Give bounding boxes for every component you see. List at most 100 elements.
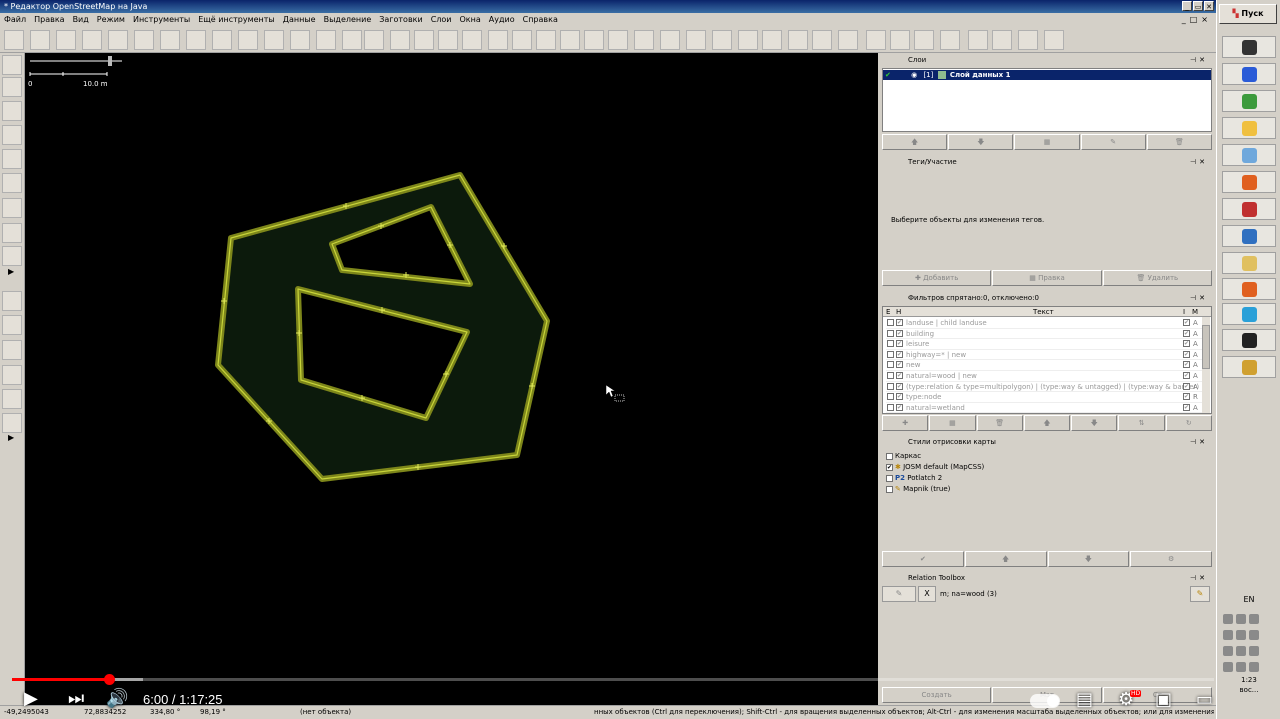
josm-app-icon[interactable] — [1222, 356, 1276, 378]
toolbar-car2-icon[interactable] — [866, 30, 886, 50]
filter-hide-checkbox[interactable]: ✔ — [896, 382, 903, 390]
tray-icon[interactable] — [1249, 662, 1259, 672]
panel-controls[interactable]: ⊣✕ — [1190, 572, 1208, 585]
menu-layers[interactable]: Слои — [431, 13, 452, 27]
menu-mode[interactable]: Режим — [97, 13, 125, 27]
col-text[interactable]: Текст — [1033, 307, 1054, 317]
toolbar-terrain-icon[interactable] — [660, 30, 680, 50]
layer-name[interactable]: Слой данных 1 — [950, 71, 1011, 79]
tray-icon[interactable] — [1223, 662, 1233, 672]
eraser-app-icon[interactable] — [1222, 144, 1276, 166]
style-item-josm-default[interactable]: ✔ ✱ JOSM default (MapCSS) — [886, 463, 984, 471]
tray-icon[interactable] — [1249, 630, 1259, 640]
relation-tool-button[interactable]: ✎ — [882, 586, 916, 602]
notepad-app-icon[interactable] — [1222, 90, 1276, 112]
mode-zoom-box-icon[interactable] — [2, 77, 22, 97]
obs-app-icon[interactable] — [1222, 329, 1276, 351]
style-item-wireframe[interactable]: Каркас — [886, 452, 921, 460]
filter-add-button[interactable]: ✚ — [882, 415, 929, 431]
mode-line-icon[interactable] — [2, 149, 22, 169]
mode-lasso-icon[interactable] — [2, 125, 22, 145]
layers-panel-header[interactable]: Слои ⊣✕ — [882, 54, 1212, 67]
minimize-button[interactable]: _ — [1182, 1, 1192, 11]
mode-tool9-icon[interactable] — [2, 246, 22, 266]
toolbar-chart-icon[interactable] — [788, 30, 808, 50]
menu-audio[interactable]: Аудио — [489, 13, 515, 27]
menu-edit[interactable]: Правка — [34, 13, 64, 27]
folder-app-icon[interactable] — [1222, 252, 1276, 274]
menu-presets[interactable]: Заготовки — [379, 13, 422, 27]
filter-enabled-checkbox[interactable] — [887, 361, 894, 369]
toolbar-move-icon[interactable] — [686, 30, 706, 50]
menu-help[interactable]: Справка — [523, 13, 558, 27]
mode-draw-icon[interactable] — [2, 101, 22, 121]
mode-parallel-icon[interactable] — [2, 340, 22, 360]
toolbar-combine-icon[interactable] — [342, 30, 362, 50]
filter-reset-button[interactable]: ↻ — [1165, 415, 1212, 431]
toolbar-download-icon[interactable] — [56, 30, 76, 50]
map-canvas[interactable]: 0 10.0 m — [25, 53, 878, 705]
close-button[interactable]: ✕ — [1204, 1, 1214, 11]
filter-invert-checkbox[interactable]: ✔ — [1183, 340, 1190, 348]
filter-panel-header[interactable]: Фильтров спрятано:0, отключено:0 ⊣✕ — [882, 292, 1212, 305]
relation-create-button[interactable]: Создать — [882, 687, 992, 703]
play-icon[interactable]: ▶ — [24, 688, 38, 709]
monitor-app-icon[interactable] — [1222, 63, 1276, 85]
filter-up-button[interactable]: 🡅 — [1023, 415, 1071, 431]
tray-icon[interactable] — [1223, 614, 1233, 624]
relation-toolbox-header[interactable]: Relation Toolbox ⊣✕ — [882, 572, 1212, 585]
toolbar-align-icon[interactable] — [316, 30, 336, 50]
filter-row[interactable]: ✔ building ✔ A — [886, 329, 1204, 340]
move-up-button[interactable]: 🡅 — [882, 134, 948, 150]
scrollbar-thumb[interactable] — [1202, 325, 1210, 369]
style-settings-button[interactable]: ⚙ — [1130, 551, 1212, 567]
clock-time[interactable]: 1:23 — [1221, 676, 1277, 684]
toolbar-plant-icon[interactable] — [940, 30, 960, 50]
filter-invert-checkbox[interactable]: ✔ — [1183, 361, 1190, 369]
telegram-app-icon[interactable] — [1222, 303, 1276, 325]
toolbar-extra1-icon[interactable] — [1018, 30, 1038, 50]
tag-edit-button[interactable]: ▦ Правка — [992, 270, 1102, 286]
filter-hide-checkbox[interactable]: ✔ — [896, 393, 903, 401]
style-down-button[interactable]: 🡇 — [1047, 551, 1130, 567]
mdi-max-button[interactable]: □ — [1190, 15, 1202, 24]
toolbar-extra2-icon[interactable] — [1044, 30, 1064, 50]
col-i[interactable]: I — [1183, 307, 1185, 317]
filter-row[interactable]: ✔ landuse | child landuse ✔ A — [886, 318, 1204, 329]
toolbar-delete-icon[interactable] — [108, 30, 128, 50]
filter-row[interactable]: ✔ type:node ✔ R — [886, 392, 1204, 403]
toolbar-merge-icon[interactable] — [134, 30, 154, 50]
filter-down-button[interactable]: 🡇 — [1071, 415, 1118, 431]
menu-data[interactable]: Данные — [283, 13, 316, 27]
tag-delete-button[interactable]: 🗑 Удалить — [1102, 270, 1212, 286]
toolbar-search-icon[interactable] — [160, 30, 180, 50]
menu-tools[interactable]: Инструменты — [133, 13, 190, 27]
relation-edit-button[interactable]: ✎ — [1190, 586, 1210, 602]
panel-controls[interactable]: ⊣✕ — [1190, 436, 1208, 449]
delete-layer-button[interactable]: 🗑 — [1146, 134, 1213, 150]
expand-toolbar-icon[interactable]: ▶ — [8, 267, 14, 276]
toolbar-rect1-icon[interactable] — [212, 30, 232, 50]
video-scrubber-handle[interactable] — [104, 674, 115, 685]
filter-hide-checkbox[interactable]: ✔ — [896, 329, 903, 337]
merge-button[interactable]: ▦ — [1014, 134, 1080, 150]
toolbar-building-icon[interactable] — [512, 30, 532, 50]
map-view[interactable]: 0 10.0 m — [25, 53, 878, 705]
volume-icon[interactable]: 🔊 — [106, 688, 128, 709]
autoplay-toggle[interactable] — [1030, 694, 1060, 708]
next-icon[interactable]: ⏭ — [68, 688, 84, 709]
filter-hide-checkbox[interactable]: ✔ — [896, 403, 903, 411]
filter-enabled-checkbox[interactable] — [887, 382, 894, 390]
filter-hide-checkbox[interactable]: ✔ — [896, 340, 903, 348]
filter-enabled-checkbox[interactable] — [887, 350, 894, 358]
tray-icon[interactable] — [1249, 614, 1259, 624]
tray-icon[interactable] — [1223, 646, 1233, 656]
toolbar-car-icon[interactable] — [812, 30, 832, 50]
toolbar-door-icon[interactable] — [536, 30, 556, 50]
panel-controls[interactable]: ⊣✕ — [1190, 292, 1208, 305]
expand-toolbar-icon[interactable]: ▶ — [8, 433, 14, 442]
panel-controls[interactable]: ⊣✕ — [1190, 54, 1208, 67]
tag-add-button[interactable]: ✚ Добавить — [882, 270, 992, 286]
filter-invert-checkbox[interactable]: ✔ — [1183, 382, 1190, 390]
theater-mode-icon[interactable]: ▭ — [1196, 689, 1213, 710]
